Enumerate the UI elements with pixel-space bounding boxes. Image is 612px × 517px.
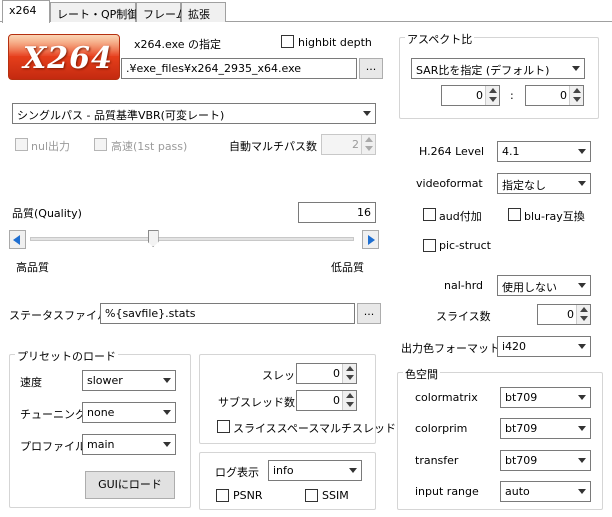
chevron-down-icon (163, 410, 171, 415)
quality-value-input[interactable]: 16 (298, 202, 376, 223)
output-csp-select[interactable]: i420 (497, 336, 591, 357)
pic-struct-label: pic-struct (439, 239, 491, 252)
low-quality-label: 低品質 (331, 261, 364, 274)
chevron-down-icon (578, 181, 586, 186)
quality-slider-track[interactable] (30, 237, 354, 241)
highbit-checkbox[interactable] (281, 35, 294, 48)
speed-label: 速度 (20, 376, 42, 389)
profile-select[interactable]: main (82, 434, 176, 455)
chevron-down-icon (163, 378, 171, 383)
quality-slider-thumb[interactable] (147, 230, 159, 247)
colorprim-select[interactable]: bt709 (500, 418, 591, 439)
aspect-group-title: アスペクト比 (405, 31, 475, 47)
fast-pass-label: 高速(1st pass) (111, 140, 188, 153)
slice-multithread-label: スライススペースマルチスレッド (233, 422, 397, 435)
chevron-down-icon (578, 489, 586, 494)
slice-count-spinner[interactable]: 0 (537, 304, 591, 325)
nul-output-label: nul出力 (31, 140, 70, 153)
chevron-down-icon (578, 149, 586, 154)
nul-output-checkbox[interactable] (15, 138, 28, 151)
slice-count-label: スライス数 (436, 310, 491, 323)
input-range-label: input range (415, 485, 479, 498)
tab-frame[interactable]: フレーム (136, 2, 187, 22)
nal-hrd-label: nal-hrd (444, 279, 484, 292)
colormatrix-select[interactable]: bt709 (500, 387, 591, 408)
profile-label: プロファイル (20, 440, 86, 453)
transfer-select[interactable]: bt709 (500, 450, 591, 471)
transfer-label: transfer (415, 454, 459, 467)
quality-label: 品質(Quality) (12, 207, 82, 220)
slider-left-button[interactable] (9, 230, 26, 249)
aspect-x-spinner[interactable]: 0 (441, 85, 500, 106)
tune-label: チューニング (20, 408, 86, 421)
colormatrix-label: colormatrix (415, 391, 478, 404)
chevron-down-icon (578, 395, 586, 400)
chevron-down-icon (578, 458, 586, 463)
subthread-count-label: サブスレッド数 (218, 396, 295, 409)
chevron-down-icon (578, 344, 586, 349)
chevron-down-icon (578, 283, 586, 288)
output-csp-label: 出力色フォーマット (401, 342, 500, 355)
tune-select[interactable]: none (82, 402, 176, 423)
aud-checkbox[interactable] (423, 208, 436, 221)
encode-mode-select[interactable]: シングルパス - 品質基準VBR(可変レート) (12, 103, 376, 124)
videoformat-select[interactable]: 指定なし (497, 173, 591, 194)
stats-browse-button[interactable]: ... (357, 303, 381, 324)
bluray-label: blu-ray互換 (524, 210, 585, 223)
aspect-separator: : (510, 89, 514, 102)
psnr-label: PSNR (233, 489, 263, 502)
chevron-down-icon (163, 442, 171, 447)
preset-group-title: プリセットのロード (15, 348, 118, 364)
tab-extended[interactable]: 拡張 (181, 2, 226, 22)
psnr-checkbox[interactable] (216, 489, 229, 502)
aspect-y-spinner[interactable]: 0 (525, 85, 584, 106)
slider-right-button[interactable] (362, 230, 379, 249)
chevron-down-icon (572, 66, 580, 71)
highbit-label: highbit depth (298, 36, 372, 49)
subthread-count-spinner[interactable]: 0 (296, 390, 357, 411)
bluray-checkbox[interactable] (508, 208, 521, 221)
exe-path-input[interactable]: .¥exe_files¥x264_2935_x64.exe (121, 58, 357, 79)
auto-multipass-spinner[interactable]: 2 (321, 134, 376, 155)
thread-count-spinner[interactable]: 0 (296, 363, 357, 384)
stats-file-input[interactable]: %{savfile}.stats (100, 303, 355, 324)
log-level-label: ログ表示 (215, 466, 259, 479)
load-preset-button[interactable]: GUIにロード (85, 471, 175, 499)
h264-level-label: H.264 Level (419, 145, 485, 158)
tab-rate-qp[interactable]: レート・QP制御 (50, 2, 138, 22)
slice-multithread-checkbox[interactable] (217, 420, 230, 433)
chevron-down-icon (363, 111, 371, 116)
exe-label: x264.exe の指定 (134, 38, 222, 51)
ssim-label: SSIM (322, 489, 349, 502)
colorprim-label: colorprim (415, 422, 468, 435)
aud-label: aud付加 (439, 210, 482, 223)
pic-struct-checkbox[interactable] (423, 239, 436, 252)
fast-pass-checkbox[interactable] (94, 138, 107, 151)
high-quality-label: 高品質 (16, 261, 49, 274)
tab-x264[interactable]: x264 (2, 0, 50, 23)
arrow-left-icon (13, 235, 20, 245)
stats-file-label: ステータスファイル (9, 309, 108, 322)
speed-select[interactable]: slower (82, 370, 176, 391)
aspect-mode-select[interactable]: SAR比を指定 (デフォルト) (411, 58, 585, 79)
input-range-select[interactable]: auto (500, 481, 591, 502)
x264-logo: X264 (8, 34, 120, 80)
arrow-right-icon (368, 235, 375, 245)
chevron-down-icon (349, 468, 357, 473)
h264-level-select[interactable]: 4.1 (497, 141, 591, 162)
auto-multipass-label: 自動マルチパス数 (229, 140, 317, 153)
chevron-down-icon (578, 426, 586, 431)
log-level-select[interactable]: info (268, 460, 362, 481)
ssim-checkbox[interactable] (305, 489, 318, 502)
nal-hrd-select[interactable]: 使用しない (497, 275, 591, 296)
videoformat-label: videoformat (416, 177, 483, 190)
exe-browse-button[interactable]: ... (359, 58, 383, 79)
colorspace-group-title: 色空間 (403, 366, 440, 382)
